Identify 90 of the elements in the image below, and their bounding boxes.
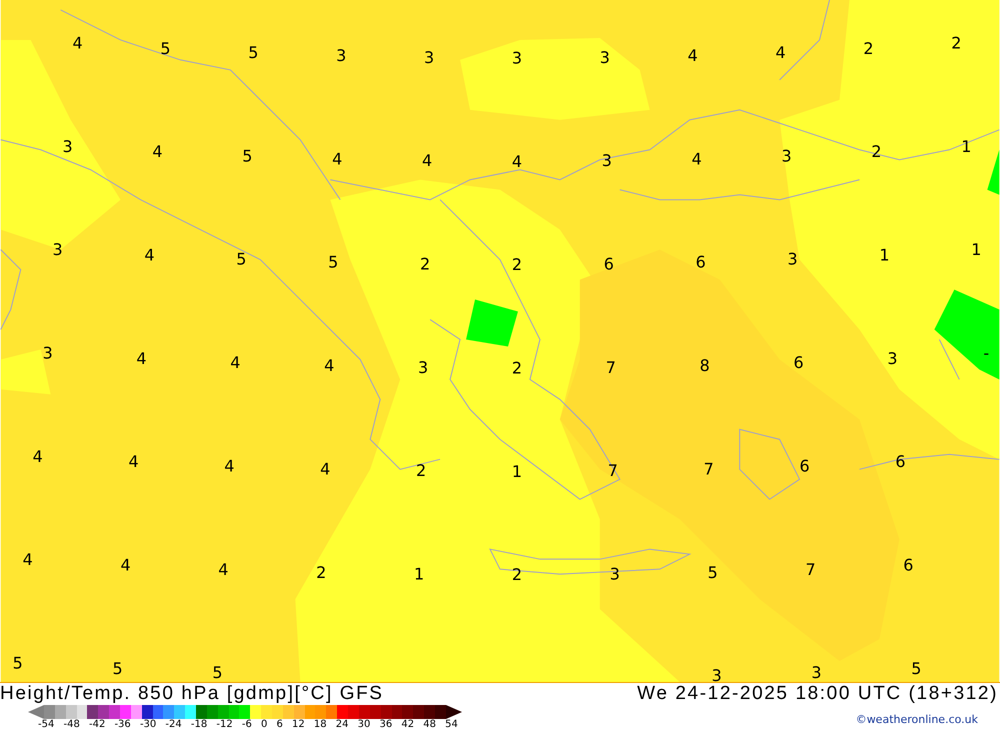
map-value-label: 2 bbox=[863, 38, 874, 58]
map-value-label: 3 bbox=[424, 48, 434, 67]
map-value-label: 4 bbox=[152, 142, 163, 162]
map-value-label: 8 bbox=[700, 356, 710, 376]
legend-tick-label: 54 bbox=[445, 719, 458, 731]
map-value-label: 1 bbox=[512, 462, 522, 481]
legend-tick-label: -18 bbox=[190, 719, 208, 731]
map-value-label: 6 bbox=[799, 456, 810, 476]
map-value-label: 4 bbox=[218, 560, 228, 579]
map-value-label: 4 bbox=[332, 149, 342, 168]
legend-tick-label: 30 bbox=[358, 719, 370, 731]
map-value-label: 6 bbox=[696, 252, 706, 272]
credit-link[interactable]: ©weatheronline.co.uk bbox=[856, 713, 978, 726]
map-value-label: 5 bbox=[242, 146, 252, 166]
map-value-label: 2 bbox=[512, 358, 522, 378]
legend-tick-label: -6 bbox=[242, 719, 252, 731]
map-value-label: 5 bbox=[708, 562, 718, 582]
map-value-label: 4 bbox=[224, 456, 234, 476]
map-value-label: 4 bbox=[136, 348, 147, 368]
map-value-label: 1 bbox=[971, 240, 982, 260]
legend-tick-label: 18 bbox=[314, 719, 327, 731]
map-value-label: 3 bbox=[512, 48, 522, 68]
map-value-label: 1 bbox=[879, 246, 890, 265]
map-value-label: 3 bbox=[787, 250, 798, 269]
map-value-label: 4 bbox=[72, 33, 83, 52]
legend-tick-label: -30 bbox=[140, 719, 156, 731]
map-value-label: - bbox=[983, 343, 990, 362]
map-value-label: 3 bbox=[600, 48, 610, 67]
map-value-label: 3 bbox=[712, 666, 722, 683]
map-value-label: 2 bbox=[951, 33, 962, 52]
legend-tick-label: -54 bbox=[38, 719, 54, 731]
legend-right-arrow-icon bbox=[446, 705, 462, 719]
legend-tick-label: -24 bbox=[165, 719, 182, 731]
map-value-label: 3 bbox=[52, 240, 63, 260]
map-value-label: 4 bbox=[422, 151, 432, 170]
map-value-label: 5 bbox=[248, 43, 258, 62]
legend-tick-label: -42 bbox=[88, 719, 106, 731]
legend-tick-label: 36 bbox=[380, 719, 392, 731]
chart-title: Height/Temp. 850 hPa [gdmp][°C] GFS bbox=[0, 683, 384, 705]
map-value-label: 4 bbox=[512, 152, 522, 171]
map-value-label: 6 bbox=[793, 353, 804, 372]
map-value-label: 5 bbox=[236, 250, 246, 269]
valid-time: We 24-12-2025 18:00 UTC (18+312) bbox=[637, 683, 998, 705]
legend-tick-label: -48 bbox=[63, 719, 80, 731]
map-value-label: 4 bbox=[128, 452, 139, 472]
map-value-label: 7 bbox=[704, 459, 714, 478]
map-value-label: 5 bbox=[212, 663, 222, 682]
map-value-label: 3 bbox=[62, 136, 73, 156]
map-value-label: 4 bbox=[324, 356, 334, 376]
legend-left-arrow-icon bbox=[28, 705, 44, 719]
legend-tick-label: 12 bbox=[292, 719, 305, 731]
map-value-label: 5 bbox=[12, 654, 23, 673]
map-value-label: 5 bbox=[328, 252, 338, 272]
map-value-label: 4 bbox=[688, 46, 698, 66]
legend-tick-label: 24 bbox=[336, 719, 349, 731]
legend-tick-label: 6 bbox=[276, 719, 283, 731]
map-value-label: 2 bbox=[512, 255, 522, 274]
map-value-label: 3 bbox=[418, 358, 428, 377]
map-value-label: 4 bbox=[320, 459, 330, 478]
map-value-label: 3 bbox=[811, 663, 822, 682]
map-value-label: 4 bbox=[22, 550, 33, 570]
map-value-label: 6 bbox=[903, 556, 914, 575]
map-value-label: 4 bbox=[776, 43, 786, 62]
map-value-label: 6 bbox=[604, 254, 614, 274]
map-value-label: 4 bbox=[120, 556, 131, 575]
map-value-label: 1 bbox=[414, 564, 424, 584]
map-value-label: 3 bbox=[887, 348, 898, 368]
map-value-label: 4 bbox=[144, 246, 155, 265]
legend-tick-label: 42 bbox=[401, 719, 414, 731]
legend-tick-label: 48 bbox=[423, 719, 436, 731]
legend-tick-label: 0 bbox=[261, 719, 268, 731]
map-value-label: 7 bbox=[608, 461, 618, 480]
map-value-label: 2 bbox=[416, 461, 426, 480]
map-value-label: 4 bbox=[230, 353, 240, 372]
map-value-label: 4 bbox=[32, 446, 43, 466]
legend-tick-label: -12 bbox=[216, 719, 233, 731]
map-value-label: 5 bbox=[911, 658, 922, 678]
map-value-label: 4 bbox=[692, 149, 702, 168]
map-value-label: 3 bbox=[42, 343, 53, 362]
map-value-label: 7 bbox=[606, 358, 616, 377]
map-value-label: 1 bbox=[961, 136, 972, 156]
legend-tick-label: -36 bbox=[114, 719, 131, 731]
map-value-label: 5 bbox=[160, 38, 171, 58]
map-value-label: 5 bbox=[112, 658, 123, 678]
map-value-label: 3 bbox=[782, 146, 792, 166]
map-value-label: 3 bbox=[336, 46, 346, 66]
map-value-label: 7 bbox=[805, 560, 816, 579]
map-value-label: 2 bbox=[316, 562, 326, 582]
map-value-label: 2 bbox=[420, 254, 430, 274]
map-value-label: 2 bbox=[512, 565, 522, 584]
